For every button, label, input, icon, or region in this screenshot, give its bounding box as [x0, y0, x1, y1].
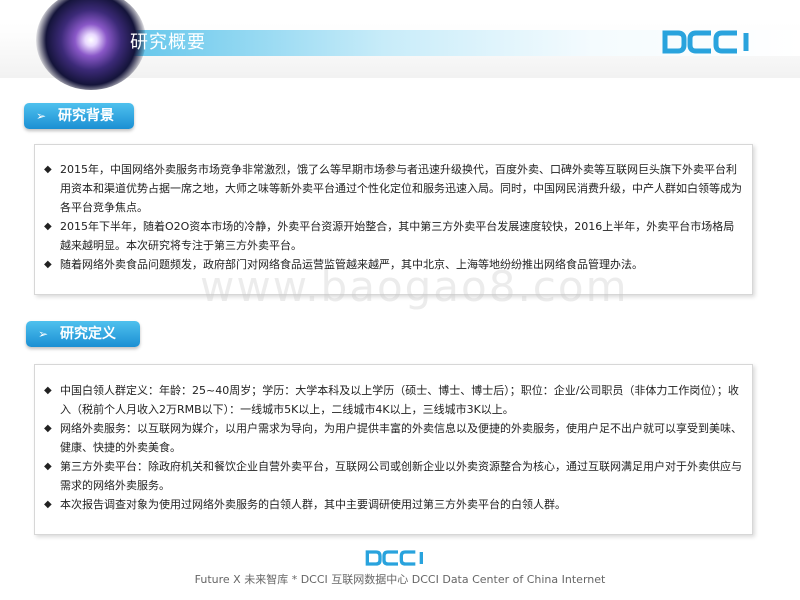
list-item: ◆ 网络外卖服务：以互联网为媒介，以用户需求为导向，为用户提供丰富的外卖信息以及便…	[35, 419, 744, 457]
section-label: 研究背景	[58, 108, 114, 124]
list-item: ◆ 第三方外卖平台：除政府机关和餐饮企业自营外卖平台，互联网公司或创新企业以外卖资…	[35, 457, 744, 495]
dcci-logo-mark	[365, 550, 423, 566]
list-item: ◆ 中国白领人群定义：年龄：25~40周岁；学历：大学本科及以上学历（硕士、博士、…	[35, 381, 744, 419]
list-item: ◆ 本次报告调查对象为使用过网络外卖服务的白领人群，其中主要调研使用过第三方外卖平…	[35, 495, 744, 514]
section-label: 研究定义	[60, 326, 116, 342]
footer-text: Future X 未来智库 * DCCI 互联网数据中心 DCCI Data C…	[194, 573, 606, 586]
diamond-bullet-icon: ◆	[44, 423, 52, 434]
diamond-bullet-icon: ◆	[44, 499, 52, 510]
section-tab-background: ➢ 研究背景	[24, 103, 134, 129]
list-item: ◆ 2015年下半年，随着O2O资本市场的冷静，外卖平台资源开始整合，其中第三方外…	[35, 217, 744, 255]
diamond-bullet-icon: ◆	[44, 385, 52, 396]
definition-box: ◆ 中国白领人群定义：年龄：25~40周岁；学历：大学本科及以上学历（硕士、博士、…	[34, 364, 753, 535]
chevron-right-icon: ➢	[38, 327, 49, 341]
chevron-right-icon: ➢	[36, 109, 47, 123]
watermark: www.baogao8.com	[200, 262, 629, 311]
list-item: ◆ 2015年，中国网络外卖服务市场竞争非常激烈，饿了么等早期市场参与者迅速升级换…	[35, 160, 744, 217]
diamond-bullet-icon: ◆	[44, 259, 52, 270]
dcci-logo	[662, 29, 766, 55]
diamond-bullet-icon: ◆	[44, 221, 52, 232]
diamond-bullet-icon: ◆	[44, 164, 52, 175]
dcci-footer-logo	[363, 550, 437, 566]
page-title: 研究概要	[130, 32, 206, 53]
diamond-bullet-icon: ◆	[44, 461, 52, 472]
section-tab-definition: ➢ 研究定义	[26, 321, 140, 347]
dcci-logo-mark	[662, 30, 749, 54]
